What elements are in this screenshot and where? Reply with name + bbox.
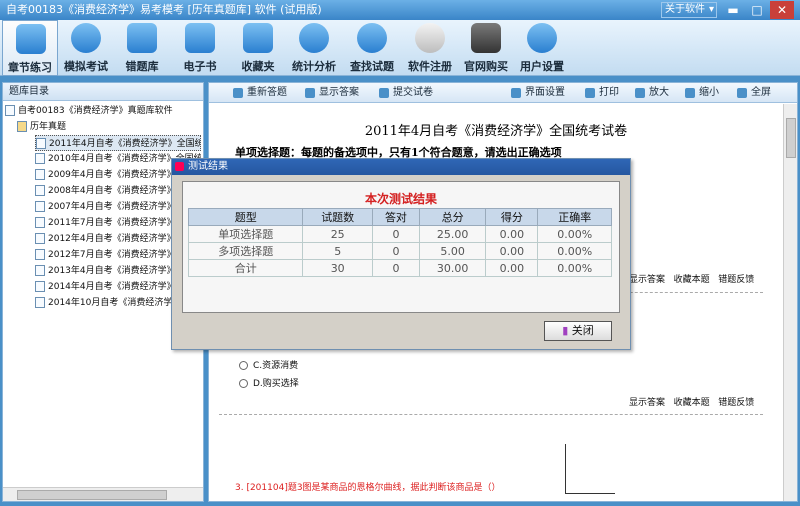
document-icon bbox=[35, 249, 45, 260]
col-score: 得分 bbox=[485, 208, 539, 226]
close-icon: ▮ bbox=[562, 324, 569, 337]
toolbar-mock-exam[interactable]: 模拟考试 bbox=[58, 20, 114, 76]
document-icon bbox=[35, 281, 45, 292]
report-error-link[interactable]: 错题反馈 bbox=[718, 398, 754, 408]
document-icon bbox=[35, 297, 45, 308]
tree-folder[interactable]: 历年真题 bbox=[17, 119, 66, 135]
toolbar-search[interactable]: 查找试题 bbox=[344, 20, 400, 76]
document-icon bbox=[35, 169, 45, 180]
document-icon bbox=[35, 265, 45, 276]
search-icon bbox=[357, 23, 387, 53]
toolbar-ebook[interactable]: 电子书 bbox=[172, 20, 228, 76]
tree-header: 题库目录 bbox=[3, 83, 203, 101]
exam-title: 2011年4月自考《消费经济学》全国统考试卷 bbox=[364, 124, 628, 139]
tree-horizontal-scrollbar[interactable] bbox=[3, 487, 203, 501]
minimize-button[interactable]: ▬ bbox=[722, 1, 744, 19]
about-software-dropdown[interactable]: 关于软件 bbox=[661, 2, 717, 18]
col-correct: 答对 bbox=[371, 208, 420, 226]
print-button[interactable]: 打印 bbox=[585, 85, 619, 101]
document-icon bbox=[35, 185, 45, 196]
document-icon bbox=[35, 153, 45, 164]
mock-exam-icon bbox=[71, 23, 101, 53]
radio-c[interactable] bbox=[239, 361, 248, 370]
wrong-question-icon bbox=[127, 23, 157, 53]
document-icon bbox=[35, 233, 45, 244]
title-bar: 自考00183《消费经济学》易考模考 [历年真题库] 软件 (试用版) 关于软件… bbox=[0, 0, 800, 20]
dialog-close-button[interactable]: ▮ 关闭 bbox=[544, 321, 612, 341]
show-answer-link[interactable]: 显示答案 bbox=[629, 275, 665, 285]
test-result-dialog: 测试结果 本次测试结果 题型 试题数 答对 总分 得分 正确率 单项选择题 25 0… bbox=[171, 158, 631, 350]
content-toolbar: 重新答题 显示答案 提交试卷 界面设置 打印 放大 缩小 全屏 bbox=[209, 83, 797, 103]
report-error-link[interactable]: 错题反馈 bbox=[718, 275, 754, 285]
statistics-icon bbox=[299, 23, 329, 53]
question-tools: 显示答案 收藏本题 错题反馈 bbox=[629, 272, 754, 285]
zoom-in-button[interactable]: 放大 bbox=[635, 85, 669, 101]
toolbar-favorites[interactable]: 收藏夹 bbox=[230, 20, 286, 76]
tree-paper-item[interactable]: 2011年4月自考《消费经济学》全国统 bbox=[35, 135, 201, 151]
document-icon bbox=[36, 138, 46, 149]
toolbar-wrong-questions[interactable]: 错题库 bbox=[114, 20, 170, 76]
layout-settings-button[interactable]: 界面设置 bbox=[511, 85, 565, 101]
question-3: 3. [201104]题3图是某商品的恩格尔曲线，据此判断该商品是（） bbox=[235, 483, 501, 493]
result-table: 题型 试题数 答对 总分 得分 正确率 单项选择题 25 0 25.00 0.00 0.0… bbox=[187, 208, 612, 277]
register-icon bbox=[415, 23, 445, 53]
col-total: 总分 bbox=[418, 208, 487, 226]
scrollbar-thumb[interactable] bbox=[17, 490, 167, 500]
close-button[interactable]: ✕ bbox=[770, 1, 794, 19]
scrollbar-thumb[interactable] bbox=[786, 118, 796, 158]
main-toolbar: 章节练习 模拟考试 错题库 电子书 收藏夹 统计分析 查找试题 软件注册 官网购… bbox=[0, 20, 800, 76]
favorite-question-link[interactable]: 收藏本题 bbox=[674, 398, 710, 408]
submit-paper-button[interactable]: 提交试卷 bbox=[379, 85, 433, 101]
redo-answers-button[interactable]: 重新答题 bbox=[233, 85, 287, 101]
ebook-icon bbox=[185, 23, 215, 53]
show-answer-link[interactable]: 显示答案 bbox=[629, 398, 665, 408]
favorites-icon bbox=[243, 23, 273, 53]
cart-icon bbox=[471, 23, 501, 53]
chapter-practice-icon bbox=[16, 24, 46, 54]
table-header-row: 题型 试题数 答对 总分 得分 正确率 bbox=[187, 208, 612, 226]
document-icon bbox=[35, 201, 45, 212]
table-row: 合计 30 0 30.00 0.00 0.00% bbox=[187, 259, 612, 277]
maximize-button[interactable]: □ bbox=[746, 1, 768, 19]
document-icon bbox=[35, 217, 45, 228]
content-vertical-scrollbar[interactable] bbox=[783, 104, 797, 501]
dialog-title: 测试结果 bbox=[172, 159, 630, 175]
result-panel: 本次测试结果 题型 试题数 答对 总分 得分 正确率 单项选择题 25 0 25.00… bbox=[182, 181, 620, 313]
gear-icon bbox=[527, 23, 557, 53]
root-icon bbox=[5, 105, 15, 116]
zoom-out-button[interactable]: 缩小 bbox=[685, 85, 719, 101]
toolbar-buy[interactable]: 官网购买 bbox=[458, 20, 514, 76]
toolbar-statistics[interactable]: 统计分析 bbox=[286, 20, 342, 76]
question-tools: 显示答案 收藏本题 错题反馈 bbox=[629, 395, 754, 408]
fullscreen-button[interactable]: 全屏 bbox=[737, 85, 771, 101]
option-d[interactable]: D.购买选择 bbox=[239, 376, 299, 389]
toolbar-chapter-practice[interactable]: 章节练习 bbox=[2, 20, 58, 76]
toolbar-register[interactable]: 软件注册 bbox=[402, 20, 458, 76]
option-c[interactable]: C.资源消费 bbox=[239, 358, 298, 371]
favorite-question-link[interactable]: 收藏本题 bbox=[674, 275, 710, 285]
window-title: 自考00183《消费经济学》易考模考 [历年真题库] 软件 (试用版) bbox=[6, 3, 322, 16]
show-answers-button[interactable]: 显示答案 bbox=[305, 85, 359, 101]
divider bbox=[219, 414, 763, 415]
toolbar-settings[interactable]: 用户设置 bbox=[514, 20, 570, 76]
engel-curve-figure bbox=[565, 444, 615, 494]
col-count: 试题数 bbox=[302, 208, 373, 226]
col-rate: 正确率 bbox=[537, 208, 612, 226]
result-heading: 本次测试结果 bbox=[364, 192, 437, 206]
folder-icon bbox=[17, 121, 27, 132]
tree-root[interactable]: 自考00183《消费经济学》真题库软件 bbox=[5, 103, 173, 119]
radio-d[interactable] bbox=[239, 379, 248, 388]
col-type: 题型 bbox=[187, 208, 304, 226]
table-row: 单项选择题 25 0 25.00 0.00 0.00% bbox=[187, 225, 612, 243]
table-row: 多项选择题 5 0 5.00 0.00 0.00% bbox=[187, 242, 612, 260]
